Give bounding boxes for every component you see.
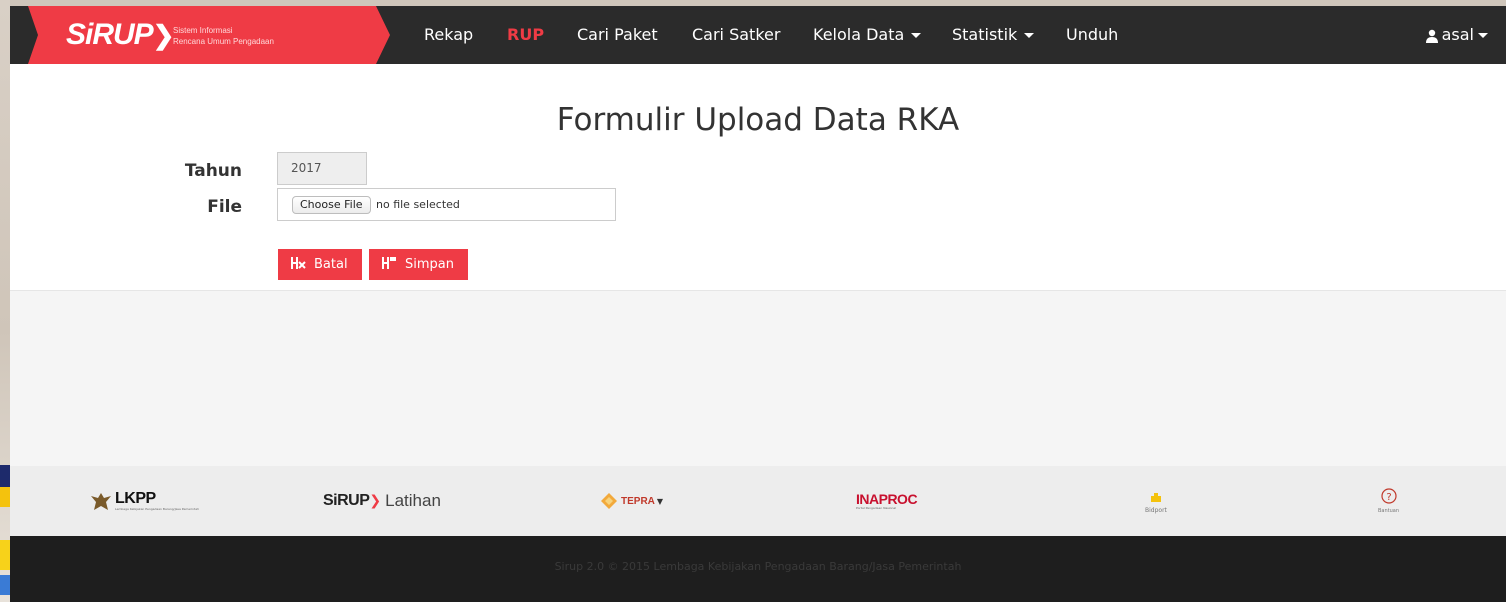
caret-down-icon [1478, 33, 1488, 38]
tepra-text: TEPRA [621, 495, 655, 507]
caret-down-icon [1024, 33, 1035, 38]
nav-statistik-label: Statistik [952, 25, 1018, 44]
nav-cari-satker[interactable]: Cari Satker [692, 6, 780, 64]
bantuan-text: Bantuan [1378, 508, 1400, 514]
save-icon [382, 257, 396, 269]
nav-kelola-data[interactable]: Kelola Data [813, 6, 922, 64]
svg-text:?: ? [1386, 492, 1391, 503]
bidport-text: Bidport [1145, 507, 1167, 514]
lkpp-subtitle: Lembaga Kebijakan Pengadaan Barang/Jasa … [115, 507, 199, 511]
batal-button[interactable]: Batal [278, 249, 362, 280]
inaproc-logo[interactable]: INAPROC Portal Pengadaan Nasional [856, 466, 918, 536]
bidport-icon [1150, 493, 1161, 502]
desktop-background [0, 0, 10, 602]
browser-page: SiRUP❯ Sistem Informasi Rencana Umum Pen… [10, 0, 1506, 602]
nav-kelola-data-label: Kelola Data [813, 25, 905, 44]
lkpp-text: LKPP [115, 490, 156, 507]
desktop-strip [0, 540, 10, 570]
simpan-button[interactable]: Simpan [369, 249, 468, 280]
footer: Sirup 2.0 © 2015 Lembaga Kebijakan Penga… [10, 536, 1506, 602]
brand-subtitle-line2: Rencana Umum Pengadaan [173, 37, 274, 46]
garuda-small-icon: ▼ [656, 496, 664, 506]
sirup-latihan-text: Latihan [385, 491, 441, 510]
sirup-latihan-logo[interactable]: SiRUP ❯ Latihan [323, 466, 441, 536]
bantuan-link[interactable]: ? Bantuan [1378, 466, 1399, 536]
cancel-icon [291, 257, 306, 269]
brand-subtitle-line1: Sistem Informasi [173, 26, 233, 35]
file-input[interactable]: Choose File no file selected [277, 188, 616, 221]
chevron-right-icon: ❯ [369, 493, 382, 509]
navbar: SiRUP❯ Sistem Informasi Rencana Umum Pen… [10, 6, 1506, 64]
sirup-latihan-brand: SiRUP [323, 492, 370, 509]
bidport-logo[interactable]: Bidport [1145, 466, 1167, 536]
simpan-label: Simpan [405, 257, 454, 272]
user-icon [1425, 29, 1438, 43]
file-label: File [207, 197, 242, 217]
tahun-input: 2017 [277, 152, 367, 185]
nav-rekap[interactable]: Rekap [424, 6, 473, 64]
partner-logos: LKPP Lembaga Kebijakan Pengadaan Barang/… [10, 466, 1506, 536]
page-title: Formulir Upload Data RKA [556, 102, 960, 138]
user-name: asal [1441, 25, 1474, 44]
tepra-logo[interactable]: TEPRA ▼ [600, 466, 663, 536]
desktop-strip [0, 575, 10, 595]
brand-subtitle: Sistem Informasi Rencana Umum Pengadaan [173, 25, 274, 47]
nav-statistik[interactable]: Statistik [952, 6, 1035, 64]
lkpp-logo[interactable]: LKPP Lembaga Kebijakan Pengadaan Barang/… [90, 466, 205, 536]
brand-logo-area[interactable]: SiRUP❯ Sistem Informasi Rencana Umum Pen… [28, 6, 390, 64]
choose-file-button[interactable]: Choose File [292, 196, 371, 214]
sirup-logo: SiRUP❯ [66, 18, 174, 51]
footer-copyright: Sirup 2.0 © 2015 Lembaga Kebijakan Penga… [554, 560, 962, 573]
desktop-strip [0, 465, 10, 487]
nav-rup[interactable]: RUP [507, 6, 544, 64]
tahun-label: Tahun [184, 161, 242, 181]
no-file-text: no file selected [376, 198, 460, 211]
inaproc-text: INAPROC [856, 490, 918, 507]
garuda-icon [91, 493, 111, 510]
help-icon: ? [1380, 488, 1397, 504]
caret-down-icon [911, 33, 922, 38]
desktop-strip [0, 487, 10, 507]
content-bottom-area [10, 290, 1506, 466]
nav-cari-paket[interactable]: Cari Paket [577, 6, 658, 64]
tepra-diamond-icon [601, 493, 617, 509]
user-menu[interactable]: asal [1425, 6, 1488, 64]
batal-label: Batal [314, 257, 348, 272]
nav-unduh[interactable]: Unduh [1066, 6, 1118, 64]
